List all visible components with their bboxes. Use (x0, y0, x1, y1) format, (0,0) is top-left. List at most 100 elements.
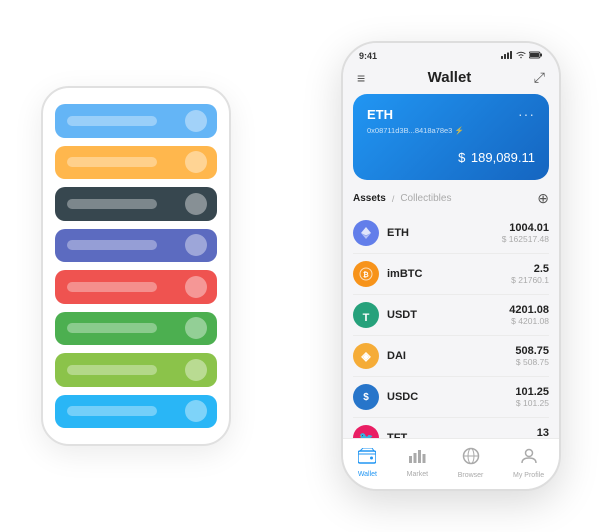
back-phone (41, 86, 231, 446)
strip-label-8 (67, 406, 157, 416)
nav-profile[interactable]: My Profile (513, 447, 544, 479)
asset-left-dai: ◈ DAI (353, 343, 406, 369)
usdc-icon: $ (353, 384, 379, 410)
profile-nav-icon (520, 447, 538, 470)
strip-6 (55, 312, 217, 346)
nav-wallet[interactable]: Wallet (358, 448, 377, 478)
assets-tab-divider: / (392, 194, 395, 204)
asset-row-usdt[interactable]: T USDT 4201.08 $ 4201.08 (353, 295, 549, 336)
asset-row-tft[interactable]: 🐦 TFT 13 0 (353, 418, 549, 438)
nav-wallet-label: Wallet (358, 471, 377, 478)
market-nav-icon (408, 448, 426, 469)
card-icon-6 (185, 317, 207, 339)
eth-card-balance: $ 189,089.11 (367, 145, 535, 168)
strip-1 (55, 104, 217, 138)
eth-icon (353, 220, 379, 246)
asset-list: ETH 1004.01 $ 162517.48 ₿ (353, 213, 549, 438)
card-icon-7 (185, 359, 207, 381)
eth-card-title: ETH (367, 107, 393, 122)
card-icon-3 (185, 193, 207, 215)
asset-left-usdt: T USDT (353, 302, 417, 328)
signal-icon (501, 51, 513, 61)
strip-label-1 (67, 116, 157, 126)
strip-7 (55, 353, 217, 387)
asset-usd-imbtc: $ 21760.1 (511, 275, 549, 285)
card-icon-4 (185, 234, 207, 256)
status-icons (501, 51, 543, 61)
asset-row-usdc[interactable]: $ USDC 101.25 $ 101.25 (353, 377, 549, 418)
asset-name-usdt: USDT (387, 309, 417, 321)
asset-right-usdc: 101.25 $ 101.25 (515, 386, 549, 408)
asset-left-usdc: $ USDC (353, 384, 418, 410)
eth-card-address: 0x08711d3B...8418a78e3 ⚡ (367, 126, 535, 135)
asset-amount-dai: 508.75 (515, 345, 549, 357)
tft-icon: 🐦 (353, 425, 379, 438)
front-phone: 9:41 (341, 41, 561, 491)
battery-icon (529, 51, 543, 61)
asset-right-tft: 13 0 (537, 427, 549, 438)
asset-amount-imbtc: 2.5 (511, 263, 549, 275)
asset-right-usdt: 4201.08 $ 4201.08 (509, 304, 549, 326)
asset-row-eth[interactable]: ETH 1004.01 $ 162517.48 (353, 213, 549, 254)
strip-label-3 (67, 199, 157, 209)
wallet-nav-icon (358, 448, 376, 469)
asset-name-dai: DAI (387, 350, 406, 362)
card-icon-1 (185, 110, 207, 132)
asset-amount-tft: 13 (537, 427, 549, 438)
wifi-icon (516, 51, 526, 61)
strip-label-6 (67, 323, 157, 333)
assets-tabs: Assets / Collectibles (353, 193, 451, 204)
asset-left-eth: ETH (353, 220, 409, 246)
asset-amount-eth: 1004.01 (502, 222, 549, 234)
header-title: Wallet (428, 69, 472, 86)
assets-tab-collectibles[interactable]: Collectibles (400, 193, 451, 204)
card-icon-2 (185, 151, 207, 173)
strip-4 (55, 229, 217, 263)
menu-icon[interactable]: ≡ (357, 70, 365, 86)
scene: 9:41 (11, 11, 591, 521)
asset-row-dai[interactable]: ◈ DAI 508.75 $ 508.75 (353, 336, 549, 377)
imbtc-icon: ₿ (353, 261, 379, 287)
asset-usd-dai: $ 508.75 (515, 357, 549, 367)
eth-card-more[interactable]: ··· (518, 106, 535, 122)
asset-left-tft: 🐦 TFT (353, 425, 407, 438)
status-time: 9:41 (359, 51, 377, 61)
asset-amount-usdc: 101.25 (515, 386, 549, 398)
strip-3 (55, 187, 217, 221)
eth-card[interactable]: ETH ··· 0x08711d3B...8418a78e3 ⚡ $ 189,0… (353, 94, 549, 180)
strip-label-4 (67, 240, 157, 250)
asset-right-imbtc: 2.5 $ 21760.1 (511, 263, 549, 285)
assets-tab-active[interactable]: Assets (353, 193, 386, 204)
asset-name-usdc: USDC (387, 391, 418, 403)
asset-usd-eth: $ 162517.48 (502, 234, 549, 244)
nav-profile-label: My Profile (513, 472, 544, 479)
svg-text:₿: ₿ (363, 271, 369, 279)
usdt-icon: T (353, 302, 379, 328)
strip-2 (55, 146, 217, 180)
nav-market-label: Market (407, 471, 428, 478)
asset-usd-usdt: $ 4201.08 (509, 316, 549, 326)
nav-market[interactable]: Market (407, 448, 428, 478)
dai-icon: ◈ (353, 343, 379, 369)
asset-amount-usdt: 4201.08 (509, 304, 549, 316)
card-icon-8 (185, 400, 207, 422)
asset-right-eth: 1004.01 $ 162517.48 (502, 222, 549, 244)
status-bar: 9:41 (343, 43, 559, 65)
card-icon-5 (185, 276, 207, 298)
asset-name-imbtc: imBTC (387, 268, 422, 280)
phone-header: ≡ Wallet ⤢ (343, 65, 559, 94)
asset-usd-usdc: $ 101.25 (515, 398, 549, 408)
strip-label-5 (67, 282, 157, 292)
assets-add-button[interactable]: ⊕ (537, 190, 549, 207)
asset-left-imbtc: ₿ imBTC (353, 261, 422, 287)
phone-content: ETH ··· 0x08711d3B...8418a78e3 ⚡ $ 189,0… (343, 94, 559, 438)
strip-label-2 (67, 157, 157, 167)
nav-browser-label: Browser (458, 472, 484, 479)
asset-name-eth: ETH (387, 227, 409, 239)
browser-nav-icon (462, 447, 480, 470)
asset-row-imbtc[interactable]: ₿ imBTC 2.5 $ 21760.1 (353, 254, 549, 295)
nav-browser[interactable]: Browser (458, 447, 484, 479)
assets-header: Assets / Collectibles ⊕ (353, 190, 549, 207)
scan-icon[interactable]: ⤢ (534, 69, 545, 86)
bottom-nav: Wallet Market (343, 438, 559, 489)
